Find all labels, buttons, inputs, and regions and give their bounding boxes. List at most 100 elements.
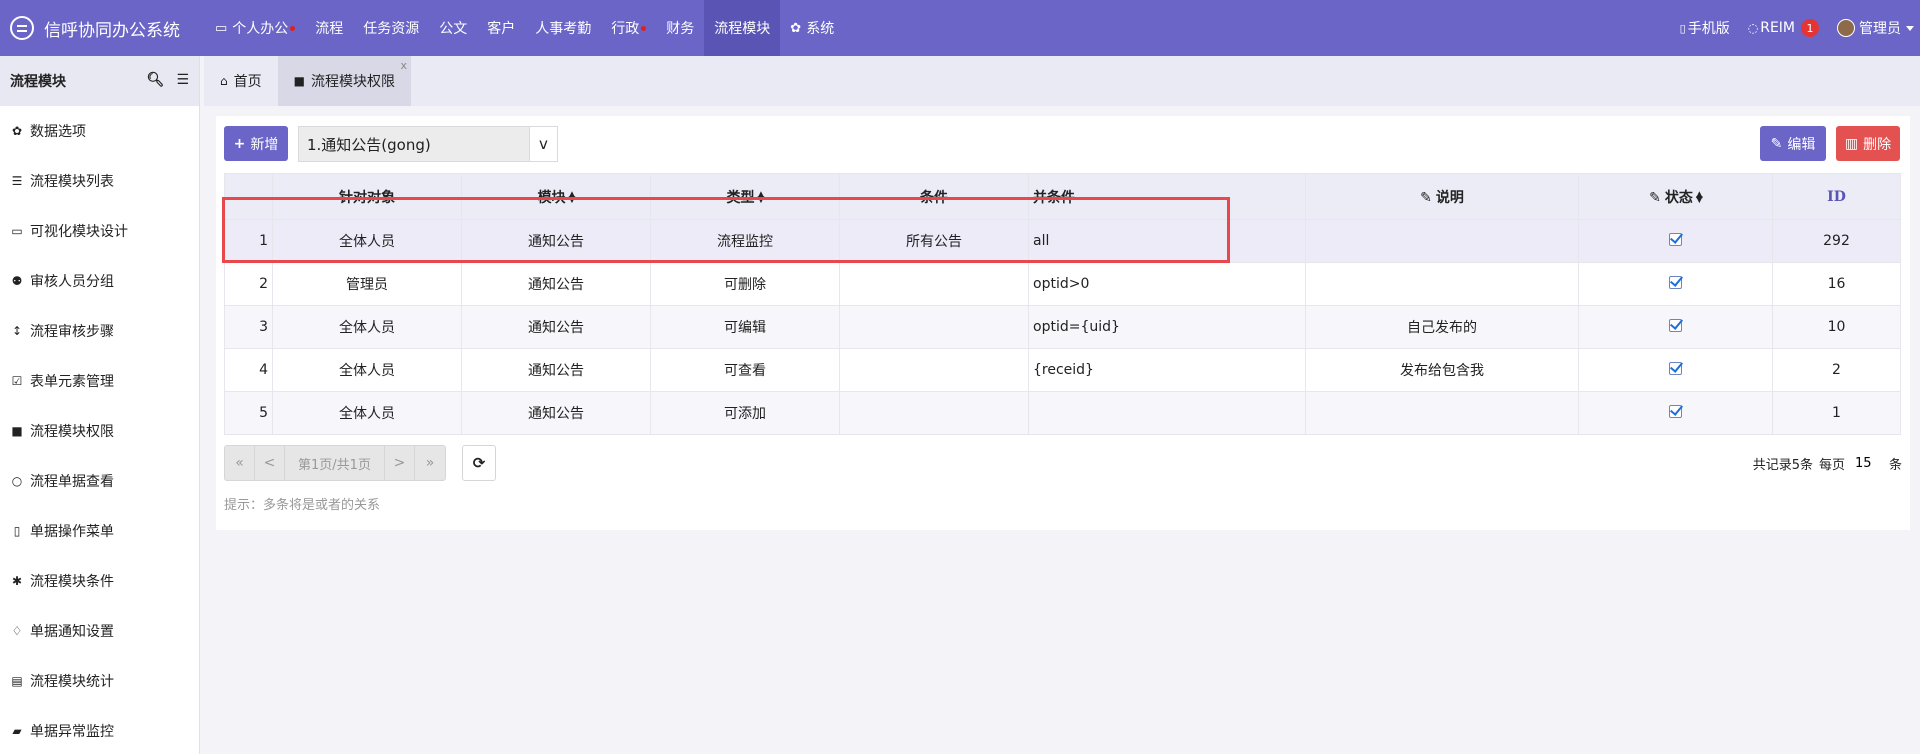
cell-condition: 所有公告 bbox=[839, 219, 1029, 263]
sidebar-item-module-list[interactable]: ☰ 流程模块列表 bbox=[0, 156, 199, 206]
top-navbar: 信呼协同办公系统 ▭ 个人办公 流程 任务资源 公文 客户 人事考勤 行政 财务… bbox=[0, 0, 1920, 56]
notification-dot bbox=[290, 25, 296, 31]
cell-target: 全体人员 bbox=[272, 391, 462, 435]
home-icon: ⌂ bbox=[220, 74, 228, 88]
hint-text: 提示：多条将是或者的关系 bbox=[224, 498, 381, 513]
plus-icon: + bbox=[233, 135, 246, 152]
status-checkbox[interactable] bbox=[1669, 361, 1682, 375]
briefcase-icon: ▰ bbox=[12, 724, 22, 738]
nav-label: 行政 bbox=[611, 21, 640, 37]
add-label: 新增 bbox=[250, 136, 279, 153]
sidebar-item-label: 流程模块统计 bbox=[30, 674, 114, 690]
record-summary: 共记录5条 每页 条 bbox=[1753, 453, 1902, 473]
sidebar-item-document-view[interactable]: ○ 流程单据查看 bbox=[0, 456, 199, 506]
nav-system[interactable]: ✿ 系统 bbox=[780, 0, 844, 56]
delete-button[interactable]: ▥ 删除 bbox=[1836, 126, 1900, 161]
sort-icon: ▲ ▼ bbox=[568, 189, 576, 205]
notification-dot bbox=[641, 25, 647, 31]
col-header-and-condition[interactable]: 并条件 bbox=[1028, 173, 1306, 220]
nav-workflow-module[interactable]: 流程模块 bbox=[704, 0, 781, 56]
status-checkbox[interactable] bbox=[1669, 275, 1682, 289]
bar-chart-icon: ▤ bbox=[11, 674, 23, 688]
col-header-target[interactable]: 针对对象 bbox=[272, 173, 462, 220]
users-icon: ⚉ bbox=[11, 274, 23, 288]
nav-label: 人事考勤 bbox=[535, 21, 592, 37]
cell-rownum: 3 bbox=[224, 305, 273, 349]
nav-finance[interactable]: 财务 bbox=[656, 0, 704, 56]
table-row[interactable]: 1 全体人员 通知公告 流程监控 所有公告 all 292 bbox=[224, 219, 1901, 263]
status-checkbox[interactable] bbox=[1669, 318, 1682, 332]
col-header-description[interactable]: ✎ 说明 bbox=[1305, 173, 1579, 220]
gear-icon: ✿ bbox=[790, 20, 802, 36]
col-header-module[interactable]: 模块 ▲ ▼ bbox=[461, 173, 651, 220]
nav-workflow[interactable]: 流程 bbox=[305, 0, 353, 56]
nav-personal-office[interactable]: ▭ 个人办公 bbox=[205, 0, 305, 56]
last-page-button[interactable]: » bbox=[415, 446, 445, 480]
cell-target: 管理员 bbox=[272, 262, 462, 306]
cell-and-condition: all bbox=[1028, 219, 1306, 263]
bell-icon: ♢ bbox=[11, 624, 23, 638]
menu-icon[interactable]: ☰ bbox=[176, 72, 189, 88]
sidebar-item-reviewer-groups[interactable]: ⚉ 审核人员分组 bbox=[0, 256, 199, 306]
brand[interactable]: 信呼协同办公系统 bbox=[0, 0, 205, 56]
col-header-id[interactable]: ID bbox=[1772, 173, 1901, 220]
status-checkbox[interactable] bbox=[1669, 404, 1682, 418]
close-icon[interactable]: x bbox=[400, 59, 407, 72]
table-row[interactable]: 2 管理员 通知公告 可删除 optid>0 16 bbox=[224, 262, 1901, 306]
cell-id: 1 bbox=[1772, 391, 1901, 435]
cell-condition bbox=[839, 262, 1029, 306]
nav-admin[interactable]: 行政 bbox=[601, 0, 656, 56]
first-page-button[interactable]: « bbox=[225, 446, 255, 480]
sidebar-item-notification-settings[interactable]: ♢ 单据通知设置 bbox=[0, 606, 199, 656]
status-checkbox[interactable] bbox=[1669, 232, 1682, 246]
sort-icon: ▲ ▼ bbox=[1695, 189, 1703, 205]
table-row[interactable]: 3 全体人员 通知公告 可编辑 optid={uid} 自己发布的 10 bbox=[224, 305, 1901, 349]
nav-hr[interactable]: 人事考勤 bbox=[525, 0, 601, 56]
user-menu[interactable]: 管理员 bbox=[1828, 18, 1920, 38]
nav-label: 财务 bbox=[666, 21, 695, 37]
bookmark-icon: ▯ bbox=[13, 524, 21, 538]
table-row[interactable]: 5 全体人员 通知公告 可添加 1 bbox=[224, 391, 1901, 435]
search-icon[interactable]: 🔍︎ bbox=[147, 72, 165, 88]
gear-icon: ✿ bbox=[11, 124, 23, 138]
sidebar-item-operation-menu[interactable]: ▯ 单据操作菜单 bbox=[0, 506, 199, 556]
sidebar-item-exception-monitor[interactable]: ▰ 单据异常监控 bbox=[0, 706, 199, 754]
table-row[interactable]: 4 全体人员 通知公告 可查看 {receid} 发布给包含我 2 bbox=[224, 348, 1901, 392]
reim-badge: 1 bbox=[1801, 19, 1819, 37]
sidebar-item-module-permissions[interactable]: ■ 流程模块权限 bbox=[0, 406, 199, 456]
col-header-type[interactable]: 类型 ▲ ▼ bbox=[650, 173, 840, 220]
tab-home[interactable]: ⌂ 首页 bbox=[204, 56, 278, 106]
sidebar-item-module-statistics[interactable]: ▤ 流程模块统计 bbox=[0, 656, 199, 706]
col-header-label: 说明 bbox=[1435, 189, 1464, 206]
tab-module-permissions[interactable]: ■ 流程模块权限 x bbox=[277, 56, 411, 106]
main-nav: ▭ 个人办公 流程 任务资源 公文 客户 人事考勤 行政 财务 流程模块 ✿ 系… bbox=[205, 0, 844, 56]
mobile-version-link[interactable]: ▯ 手机版 bbox=[1671, 18, 1739, 38]
cell-condition bbox=[839, 391, 1029, 435]
next-page-button[interactable]: > bbox=[385, 446, 415, 480]
per-page-input[interactable] bbox=[1850, 453, 1883, 473]
sidebar-item-visual-design[interactable]: ▭ 可视化模块设计 bbox=[0, 206, 199, 256]
sidebar: 流程模块 🔍︎ ☰ ✿ 数据选项 ☰ 流程模块列表 ▭ 可视化模块设计 ⚉ 审核人员分组… bbox=[0, 56, 200, 754]
nav-documents[interactable]: 公文 bbox=[429, 0, 477, 56]
cell-module: 通知公告 bbox=[461, 305, 651, 349]
cell-description: 自己发布的 bbox=[1305, 305, 1579, 349]
sidebar-item-review-steps[interactable]: ↕ 流程审核步骤 bbox=[0, 306, 199, 356]
col-header-status[interactable]: ✎ 状态 ▲ ▼ bbox=[1578, 173, 1773, 220]
nav-tasks[interactable]: 任务资源 bbox=[353, 0, 429, 56]
prev-page-button[interactable]: < bbox=[255, 446, 285, 480]
sidebar-item-data-options[interactable]: ✿ 数据选项 bbox=[0, 106, 199, 156]
reim-link[interactable]: ◌ REIM 1 bbox=[1739, 19, 1828, 37]
edit-button[interactable]: ✎ 编辑 bbox=[1760, 126, 1826, 161]
reim-label: REIM bbox=[1760, 20, 1795, 36]
sidebar-item-form-elements[interactable]: ☑ 表单元素管理 bbox=[0, 356, 199, 406]
add-button[interactable]: + 新增 bbox=[224, 126, 288, 161]
cell-module: 通知公告 bbox=[461, 348, 651, 392]
chat-logo-icon bbox=[10, 16, 34, 40]
module-select[interactable]: 1.通知公告(gong) v bbox=[298, 126, 558, 162]
content-panel: + 新增 1.通知公告(gong) v ✎ 编辑 ▥ 删除 针对对象 模块 ▲ ▼ … bbox=[216, 116, 1910, 530]
per-page-unit: 条 bbox=[1888, 457, 1902, 473]
nav-customers[interactable]: 客户 bbox=[477, 0, 525, 56]
sidebar-item-module-conditions[interactable]: ✱ 流程模块条件 bbox=[0, 556, 199, 606]
col-header-condition[interactable]: 条件 bbox=[839, 173, 1029, 220]
refresh-button[interactable]: ⟳ bbox=[462, 445, 496, 481]
